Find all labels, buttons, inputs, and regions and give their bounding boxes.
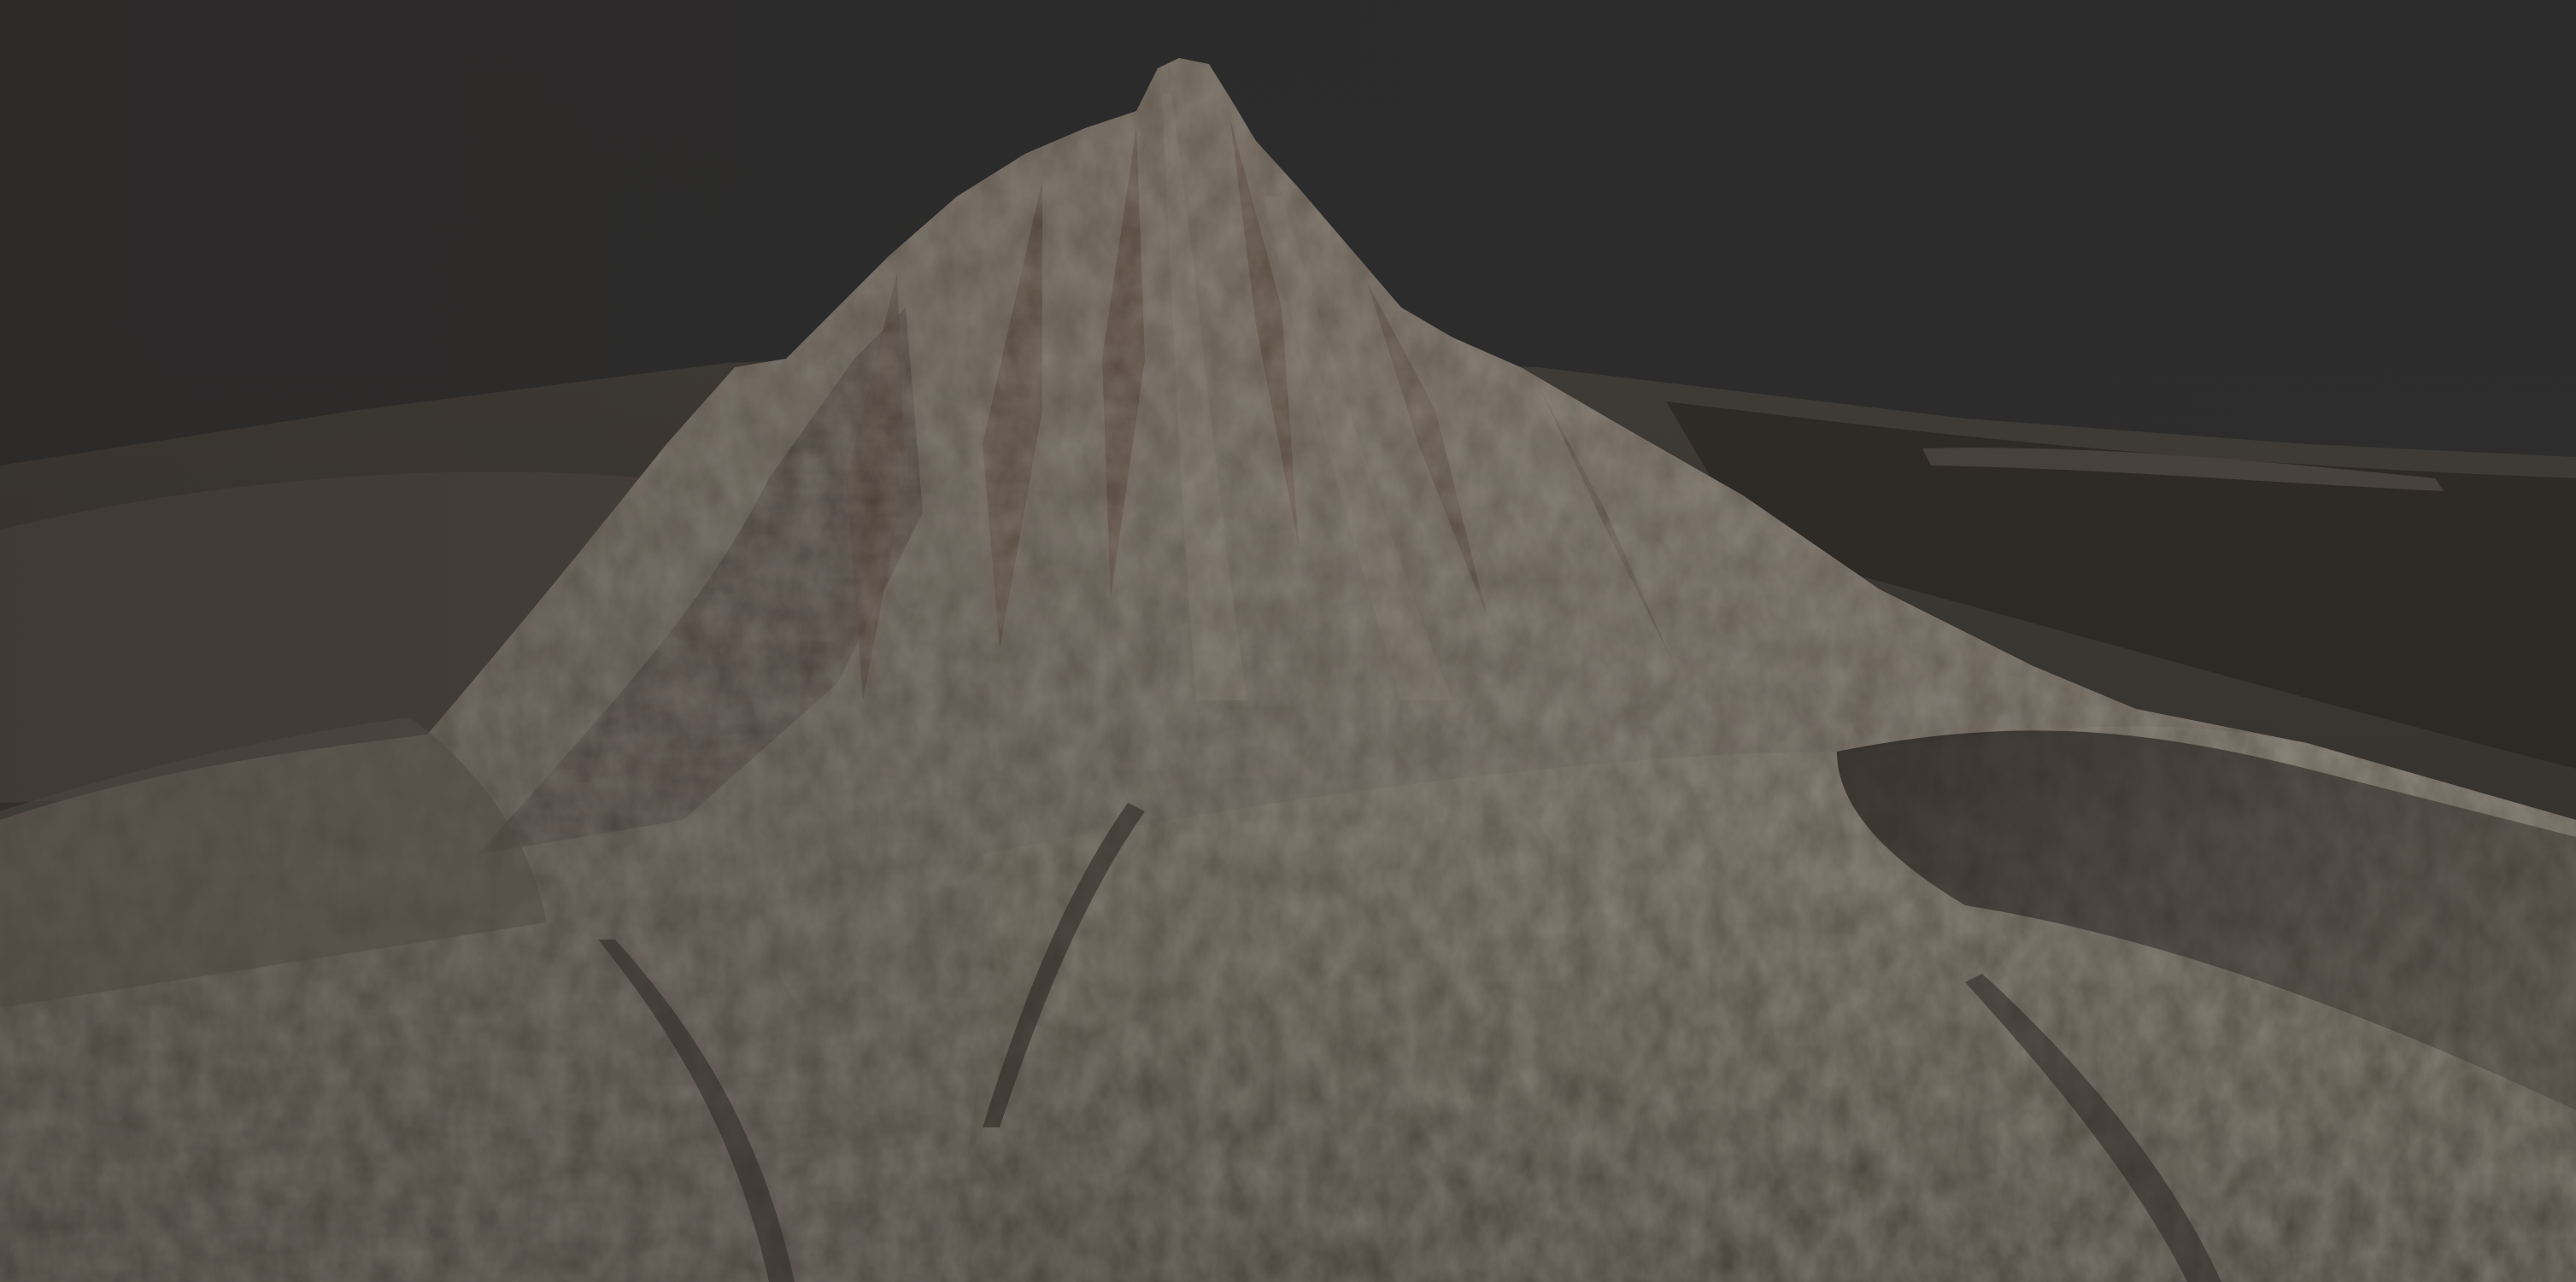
terrain-render xyxy=(0,0,2576,1282)
terrain-viewport[interactable] xyxy=(0,0,2576,1282)
